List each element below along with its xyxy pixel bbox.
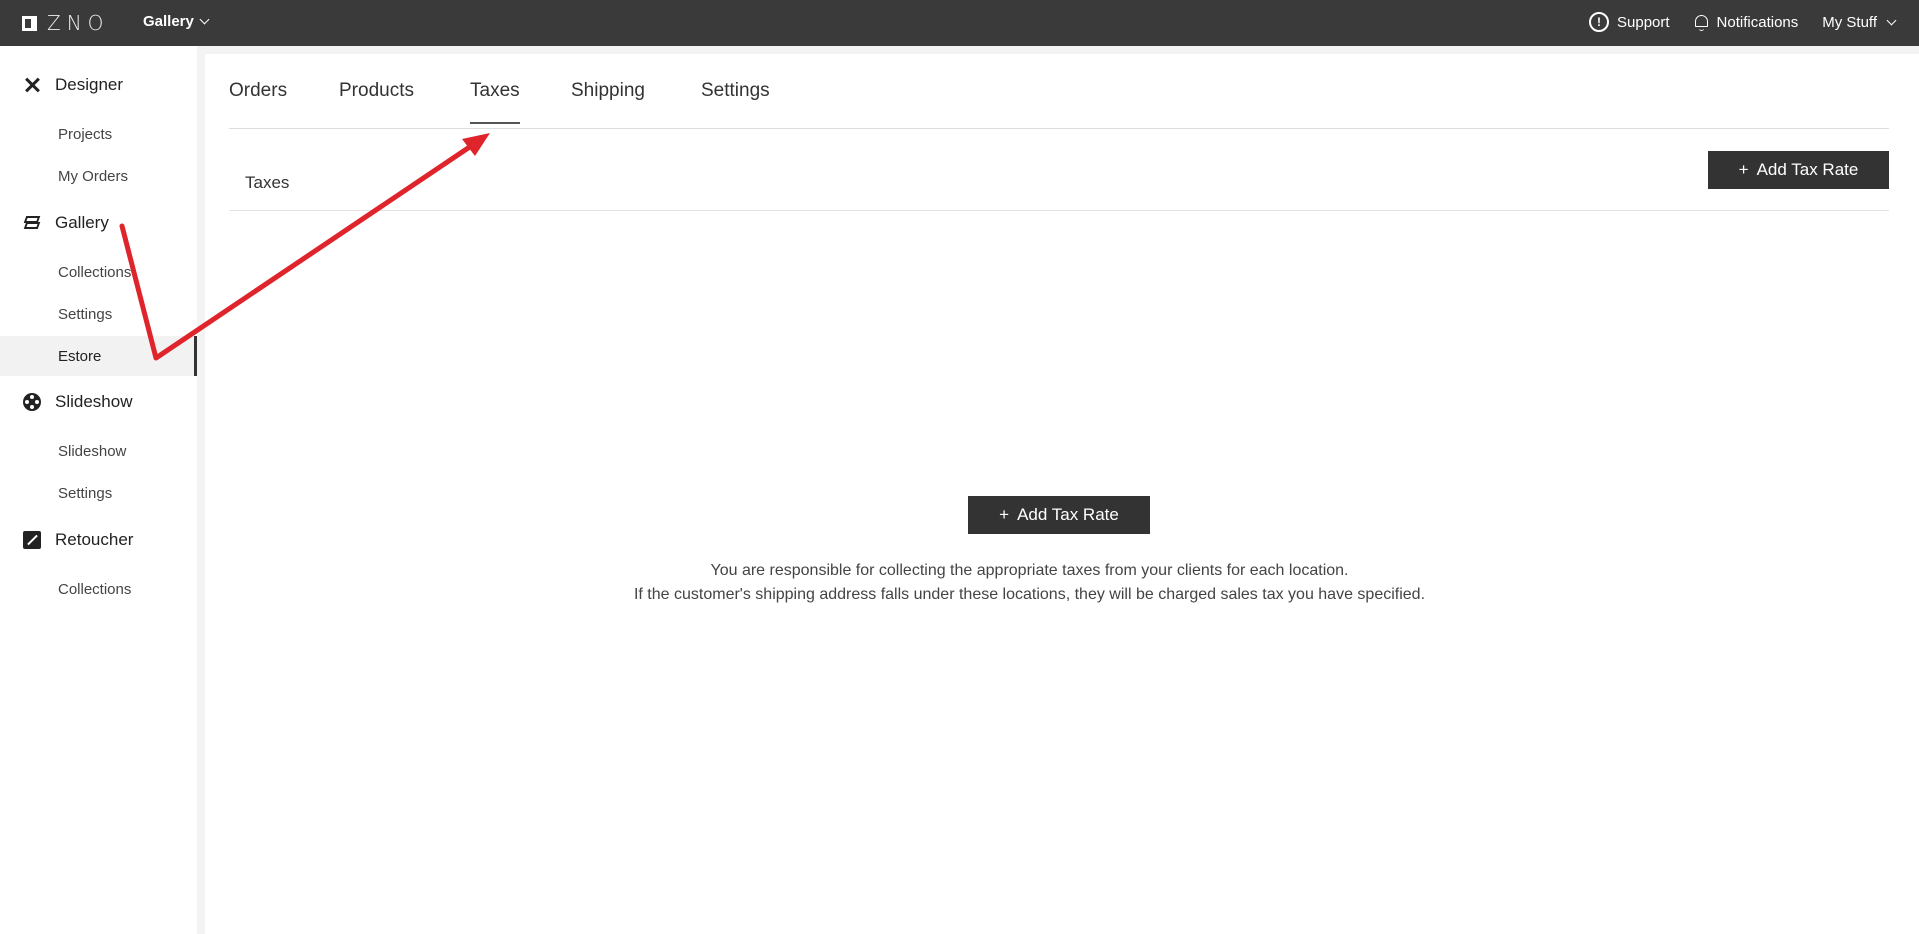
empty-state-description: You are responsible for collecting the a… bbox=[205, 559, 1854, 607]
plus-icon: + bbox=[999, 505, 1010, 524]
tab-taxes[interactable]: Taxes bbox=[470, 80, 520, 124]
empty-state-line: If the customer's shipping address falls… bbox=[633, 586, 1426, 603]
chevron-down-icon bbox=[199, 14, 210, 25]
my-stuff-menu[interactable]: My Stuff bbox=[1822, 13, 1897, 31]
notifications-link[interactable]: Notifications bbox=[1694, 13, 1799, 31]
notifications-label: Notifications bbox=[1716, 13, 1799, 31]
sidebar-section-designer[interactable]: Designer bbox=[0, 71, 197, 99]
zno-logo[interactable]: ZNO bbox=[22, 11, 110, 35]
sidebar-section-slideshow[interactable]: Slideshow bbox=[0, 388, 197, 416]
sidebar-item-collections[interactable]: Collections bbox=[0, 252, 197, 292]
estore-tabs: Orders Products Taxes Shipping Settings bbox=[229, 54, 1889, 129]
sidebar-item-retoucher-collections[interactable]: Collections bbox=[0, 569, 197, 609]
add-tax-rate-label: Add Tax Rate bbox=[1756, 160, 1859, 179]
sidebar-section-label: Retoucher bbox=[55, 530, 134, 549]
designer-icon bbox=[23, 76, 41, 94]
sidebar-item-gallery-settings[interactable]: Settings bbox=[0, 294, 197, 334]
sidebar-item-my-orders[interactable]: My Orders bbox=[0, 156, 197, 196]
film-reel-icon bbox=[23, 393, 41, 411]
sidebar-section-gallery[interactable]: Gallery bbox=[0, 209, 197, 237]
sidebar-section-label: Designer bbox=[55, 75, 124, 94]
app-switcher-label: Gallery bbox=[143, 13, 194, 30]
logo-text: ZNO bbox=[47, 11, 110, 35]
tab-orders[interactable]: Orders bbox=[229, 80, 287, 122]
tab-settings[interactable]: Settings bbox=[701, 80, 770, 122]
my-stuff-label: My Stuff bbox=[1822, 13, 1877, 31]
logo-mark-icon bbox=[22, 15, 37, 31]
tab-products[interactable]: Products bbox=[339, 80, 414, 122]
sidebar-item-projects[interactable]: Projects bbox=[0, 114, 197, 154]
info-icon: ! bbox=[1589, 12, 1609, 32]
add-tax-rate-button[interactable]: + Add Tax Rate bbox=[1708, 151, 1889, 189]
app-switcher-menu[interactable]: Gallery bbox=[143, 13, 210, 30]
empty-state-line: You are responsible for collecting the a… bbox=[710, 562, 1349, 579]
sidebar-section-retoucher[interactable]: Retoucher bbox=[0, 526, 197, 554]
sidebar-section-label: Slideshow bbox=[55, 392, 133, 411]
layers-icon bbox=[23, 214, 41, 232]
plus-icon: + bbox=[1738, 160, 1749, 179]
top-bar: ZNO Gallery ! Support Notifications My S… bbox=[0, 0, 1919, 46]
sidebar-section-label: Gallery bbox=[55, 213, 109, 232]
support-label: Support bbox=[1617, 13, 1670, 31]
sidebar-item-slideshow[interactable]: Slideshow bbox=[0, 431, 197, 471]
add-tax-rate-label: Add Tax Rate bbox=[1017, 505, 1119, 524]
main-panel: Orders Products Taxes Shipping Settings … bbox=[205, 54, 1919, 934]
add-tax-rate-button-empty-state[interactable]: + Add Tax Rate bbox=[968, 496, 1150, 534]
support-link[interactable]: ! Support bbox=[1589, 12, 1670, 32]
sidebar-item-estore[interactable]: Estore bbox=[0, 336, 197, 376]
tab-shipping[interactable]: Shipping bbox=[571, 80, 645, 122]
section-title: Taxes bbox=[245, 173, 290, 192]
chevron-down-icon bbox=[1886, 15, 1897, 25]
sidebar-item-slideshow-settings[interactable]: Settings bbox=[0, 473, 197, 513]
retouch-icon bbox=[23, 531, 41, 549]
sidebar: Designer Projects My Orders Gallery Coll… bbox=[0, 46, 197, 934]
bell-icon bbox=[1694, 14, 1709, 31]
taxes-header: Taxes + Add Tax Rate bbox=[229, 129, 1889, 211]
